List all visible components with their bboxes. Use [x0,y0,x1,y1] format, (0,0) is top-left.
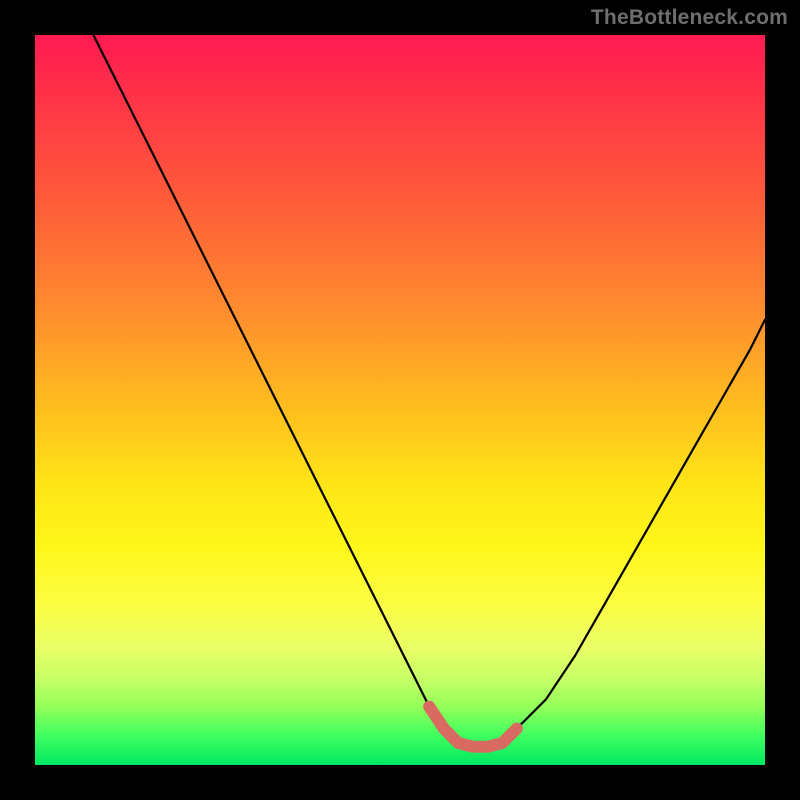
curve-svg [35,35,765,765]
chart-frame: TheBottleneck.com [0,0,800,800]
bottleneck-curve [93,35,765,747]
optimal-zone-highlight [429,707,517,747]
plot-area [35,35,765,765]
watermark-text: TheBottleneck.com [591,6,788,30]
